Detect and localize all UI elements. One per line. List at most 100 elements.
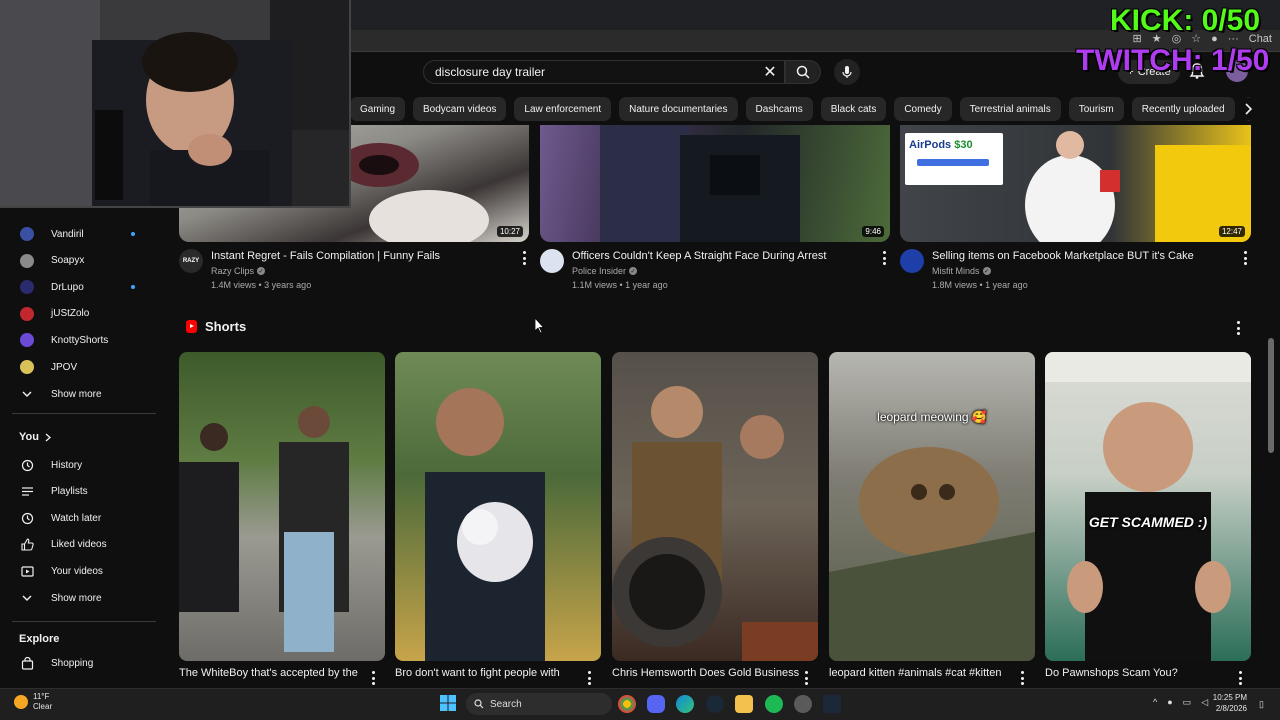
chevron-down-icon	[20, 387, 34, 401]
sidebar-item-show-more[interactable]: Show more	[0, 585, 160, 611]
sidebar-item-label: Show more	[51, 592, 102, 604]
sidebar-item-history[interactable]: History	[0, 452, 160, 478]
short-thumbnail[interactable]	[612, 352, 818, 661]
chevron-right-icon	[45, 433, 51, 441]
filter-chip[interactable]: Black cats	[820, 97, 887, 121]
chevron-down-icon	[20, 591, 34, 605]
taskbar-search[interactable]: Search	[466, 693, 612, 715]
filter-chip[interactable]: Gaming	[350, 97, 406, 121]
weather-condition: Clear	[33, 702, 53, 711]
short-title[interactable]: leopard kitten #animals #cat #kitten	[829, 667, 1001, 679]
sidebar-item-subscription[interactable]: jUStZolo	[0, 301, 160, 327]
filter-chip[interactable]: Terrestrial animals	[959, 97, 1061, 121]
clear-search-icon[interactable]: ✕	[760, 62, 780, 82]
chevron-up-icon[interactable]: ^	[1153, 697, 1157, 708]
windows-taskbar	[0, 688, 1280, 720]
short-thumbnail[interactable]: GET SCAMMED :)	[1045, 352, 1251, 661]
video-thumbnail[interactable]: 9:46	[540, 125, 890, 242]
microphone-icon[interactable]: ●	[1167, 697, 1172, 708]
short-title[interactable]: Chris Hemsworth Does Gold Business	[612, 667, 799, 679]
short-title[interactable]: The WhiteBoy that's accepted by the	[179, 667, 358, 679]
sidebar-item-subscription[interactable]: Soapyx	[0, 248, 160, 274]
sidebar-item-label: jUStZolo	[51, 308, 90, 320]
video-title[interactable]: Selling items on Facebook Marketplace BU…	[932, 250, 1194, 262]
sidebar-item-liked-videos[interactable]: Liked videos	[0, 532, 160, 558]
more-actions-icon[interactable]	[369, 671, 377, 685]
clock-time: 10:25 PM	[1212, 693, 1247, 702]
filter-chip[interactable]: Law enforcement	[514, 97, 612, 121]
short-thumbnail[interactable]	[179, 352, 385, 661]
filter-chip[interactable]: Bodycam videos	[413, 97, 507, 121]
more-actions-icon[interactable]	[1018, 671, 1026, 685]
discord-icon[interactable]	[647, 695, 665, 713]
channel-avatar[interactable]	[540, 249, 564, 273]
sidebar-item-label: Playlists	[51, 486, 88, 498]
edge-icon[interactable]	[676, 695, 694, 713]
short-thumbnail[interactable]	[395, 352, 601, 661]
notifications-icon[interactable]: ▯	[1259, 699, 1264, 710]
spotify-icon[interactable]	[765, 695, 783, 713]
channel-avatar[interactable]	[900, 249, 924, 273]
more-actions-icon[interactable]	[1236, 671, 1244, 685]
steam-icon[interactable]	[706, 695, 724, 713]
sidebar-you-heading[interactable]: You	[19, 431, 51, 443]
video-thumbnail[interactable]: AirPods $30 12:47	[900, 125, 1251, 242]
new-content-dot	[131, 232, 135, 236]
taskbar-clock[interactable]: 10:25 PM 2/8/2026	[1197, 692, 1247, 714]
sidebar-item-label: Watch later	[51, 512, 102, 524]
filter-chip[interactable]: Comedy	[894, 97, 952, 121]
more-actions-icon[interactable]	[520, 251, 528, 265]
sidebar-item-subscription[interactable]: KnottyShorts	[0, 327, 160, 353]
sidebar-item-watch-later[interactable]: Watch later	[0, 505, 160, 531]
obs-icon[interactable]	[794, 695, 812, 713]
video-meta: RAZY Instant Regret - Fails Compilation …	[179, 249, 529, 295]
sidebar: Vandiril Soapyx DrLupo jUStZolo KnottyShorts…	[0, 195, 160, 685]
more-actions-icon[interactable]	[1241, 251, 1249, 265]
weather-widget[interactable]: 11°F Clear	[14, 692, 52, 712]
file-explorer-icon[interactable]	[735, 695, 753, 713]
sidebar-item-subscription[interactable]: JPOV	[0, 354, 160, 380]
video-title[interactable]: Instant Regret - Fails Compilation | Fun…	[211, 250, 440, 262]
filter-chip[interactable]: Tourism	[1068, 97, 1124, 121]
channel-name-row[interactable]: Razy Clips ✓	[211, 266, 266, 276]
short-title[interactable]: Do Pawnshops Scam You?	[1045, 667, 1178, 679]
short-title[interactable]: Bro don't want to fight people with	[395, 667, 560, 679]
more-actions-icon[interactable]	[585, 671, 593, 685]
video-title[interactable]: Officers Couldn't Keep A Straight Face D…	[572, 250, 826, 262]
video-meta: Selling items on Facebook Marketplace BU…	[900, 249, 1251, 295]
short-thumbnail[interactable]: leopard meowing 🥰	[829, 352, 1035, 661]
filter-chip[interactable]: Dashcams	[745, 97, 813, 121]
voice-search-button[interactable]	[834, 59, 860, 85]
sidebar-item-subscription[interactable]: DrLupo	[0, 274, 160, 300]
video-duration: 9:46	[862, 226, 884, 237]
watch-later-icon	[20, 511, 34, 525]
channel-name-row[interactable]: Police Insider ✓	[572, 266, 638, 276]
search-input[interactable]: disclosure day trailer	[423, 60, 785, 84]
filter-chip[interactable]: Nature documentaries	[619, 97, 738, 121]
sidebar-show-more-subscriptions[interactable]: Show more	[0, 381, 160, 407]
sidebar-item-shopping[interactable]: Shopping	[0, 650, 160, 676]
chrome-icon[interactable]	[618, 695, 636, 713]
short-image	[425, 388, 545, 661]
sidebar-item-label: Your videos	[51, 565, 103, 577]
sidebar-item-subscription[interactable]: Vandiril	[0, 221, 160, 247]
more-actions-icon[interactable]	[880, 251, 888, 265]
shorts-more-icon[interactable]	[1234, 321, 1242, 335]
chips-next-button[interactable]	[1236, 98, 1260, 120]
windows-start-icon[interactable]	[440, 695, 456, 711]
sidebar-item-playlists[interactable]: Playlists	[0, 479, 160, 505]
channel-name-row[interactable]: Misfit Minds ✓	[932, 266, 991, 276]
network-icon[interactable]: ▭	[1183, 697, 1192, 708]
page-scrollbar[interactable]	[1268, 338, 1274, 453]
video-meta: Officers Couldn't Keep A Straight Face D…	[540, 249, 890, 295]
search-button[interactable]	[785, 60, 821, 84]
more-actions-icon[interactable]	[802, 671, 810, 685]
sidebar-item-label: Shopping	[51, 657, 94, 669]
filter-chip[interactable]: Recently uploaded	[1131, 97, 1235, 121]
explore-heading-label: Explore	[19, 633, 60, 645]
steam-app-icon[interactable]	[823, 695, 841, 713]
new-content-dot	[131, 285, 135, 290]
channel-avatar[interactable]: RAZY	[179, 249, 203, 273]
sidebar-item-your-videos[interactable]: Your videos	[0, 558, 160, 584]
short-image	[612, 386, 818, 661]
